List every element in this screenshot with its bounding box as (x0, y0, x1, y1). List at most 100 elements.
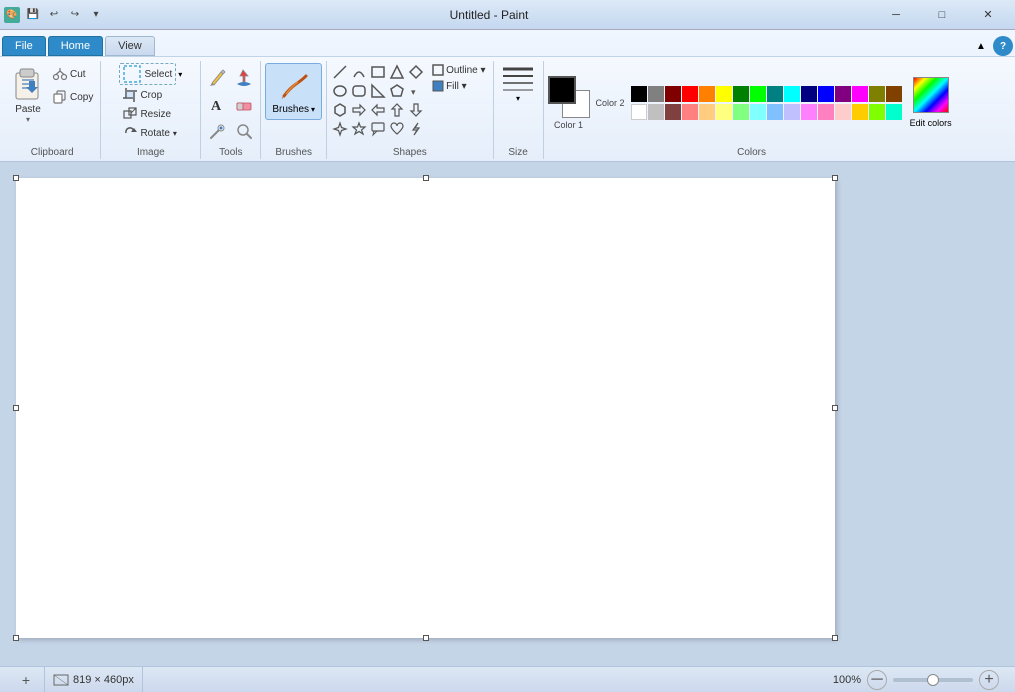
minimize-button[interactable]: ─ (873, 0, 919, 30)
fill-button[interactable] (232, 65, 256, 89)
color-darkred[interactable] (665, 86, 681, 102)
cut-button[interactable]: Cut (50, 63, 96, 85)
select-dropdown[interactable]: ▾ (178, 70, 182, 79)
paste-button[interactable]: Paste ▾ (8, 63, 48, 126)
rounded-rect-shape[interactable] (350, 82, 368, 100)
color-blue[interactable] (818, 86, 834, 102)
canvas-area[interactable] (0, 162, 1015, 666)
shapes-more-btn[interactable]: ▾ (407, 82, 425, 100)
right-triangle-shape[interactable] (369, 82, 387, 100)
color-dblue[interactable] (801, 86, 817, 102)
color-ltcyan[interactable] (750, 104, 766, 120)
color-ltblue[interactable] (767, 104, 783, 120)
tab-view[interactable]: View (105, 36, 155, 56)
color-lavender[interactable] (784, 104, 800, 120)
triangle-shape[interactable] (388, 63, 406, 81)
size-dropdown[interactable]: ▾ (516, 94, 520, 103)
arrow-left-shape[interactable] (369, 101, 387, 119)
tab-home[interactable]: Home (48, 36, 103, 56)
color-peach[interactable] (699, 104, 715, 120)
color-red[interactable] (682, 86, 698, 102)
callout-shape[interactable] (369, 120, 387, 138)
resize-handle-top-right[interactable] (832, 175, 838, 181)
color-ltyellow[interactable] (716, 104, 732, 120)
color1-swatch[interactable] (548, 76, 576, 104)
zoom-slider[interactable] (893, 678, 973, 682)
edit-colors-button[interactable]: Edit colors (906, 116, 956, 130)
fill-shape-button[interactable]: Fill ▾ (429, 79, 488, 93)
color-black[interactable] (631, 86, 647, 102)
color-teal-light[interactable] (886, 104, 902, 120)
outline-button[interactable]: Outline ▾ (429, 63, 488, 77)
zoom-thumb[interactable] (927, 674, 939, 686)
spectrum-swatch[interactable] (913, 77, 949, 113)
undo-quick-btn[interactable]: ↩ (45, 6, 63, 24)
zoom-out-button[interactable]: ─ (867, 670, 887, 690)
color-gold[interactable] (852, 104, 868, 120)
rotate-button[interactable]: Rotate ▾ (119, 124, 180, 142)
color-violet[interactable] (801, 104, 817, 120)
ribbon-collapse-button[interactable]: ▲ (971, 36, 991, 56)
color-yellow-green[interactable] (869, 104, 885, 120)
save-quick-btn[interactable]: 💾 (24, 6, 42, 24)
color-magenta[interactable] (852, 86, 868, 102)
rectangle-shape[interactable] (369, 63, 387, 81)
magnifier-button[interactable] (232, 119, 256, 143)
paint-canvas[interactable] (16, 178, 835, 638)
curve-shape[interactable] (350, 63, 368, 81)
color-dpurple[interactable] (835, 86, 851, 102)
resize-handle-top-center[interactable] (423, 175, 429, 181)
arrow-up-shape[interactable] (388, 101, 406, 119)
eraser-button[interactable] (232, 92, 256, 116)
color-lime[interactable] (750, 86, 766, 102)
color-dteal[interactable] (767, 86, 783, 102)
color-dgray[interactable] (648, 86, 664, 102)
resize-button[interactable]: Resize (119, 105, 175, 123)
color-cyan[interactable] (784, 86, 800, 102)
color-yellow[interactable] (716, 86, 732, 102)
color-white[interactable] (631, 104, 647, 120)
color-orange[interactable] (699, 86, 715, 102)
color-cream[interactable] (835, 104, 851, 120)
ellipse-shape[interactable] (331, 82, 349, 100)
color-olive[interactable] (869, 86, 885, 102)
color-ltgreen[interactable] (733, 104, 749, 120)
color-pink[interactable] (682, 104, 698, 120)
star4-shape[interactable] (331, 120, 349, 138)
close-button[interactable]: ✕ (965, 0, 1011, 30)
heart-shape[interactable] (388, 120, 406, 138)
resize-handle-bottom-center[interactable] (423, 635, 429, 641)
select-button[interactable]: Select (119, 63, 176, 85)
color-dusty-red[interactable] (665, 104, 681, 120)
diamond-shape[interactable] (407, 63, 425, 81)
paste-dropdown[interactable]: ▾ (26, 115, 30, 124)
add-button[interactable]: + (16, 670, 36, 690)
arrow-right-shape[interactable] (350, 101, 368, 119)
resize-handle-top-left[interactable] (13, 175, 19, 181)
resize-handle-middle-right[interactable] (832, 405, 838, 411)
color-picker-button[interactable] (206, 119, 230, 143)
size-button[interactable]: ▾ (498, 63, 538, 107)
dropdown-quick-btn[interactable]: ▾ (87, 6, 105, 24)
pencil-button[interactable] (206, 65, 230, 89)
color-rose[interactable] (818, 104, 834, 120)
crop-button[interactable]: Crop (119, 86, 166, 104)
line-shape[interactable] (331, 63, 349, 81)
color-lgray[interactable] (648, 104, 664, 120)
help-button[interactable]: ? (993, 36, 1013, 56)
color-brown[interactable] (886, 86, 902, 102)
resize-handle-middle-left[interactable] (13, 405, 19, 411)
brushes-button[interactable]: Brushes ▾ (265, 63, 322, 120)
lightning-shape[interactable] (407, 120, 425, 138)
star5-shape[interactable] (350, 120, 368, 138)
pentagon-shape[interactable] (388, 82, 406, 100)
text-button[interactable]: A (206, 92, 230, 116)
maximize-button[interactable]: □ (919, 0, 965, 30)
copy-button[interactable]: Copy (50, 86, 96, 108)
zoom-in-button[interactable]: + (979, 670, 999, 690)
hexagon-shape[interactable] (331, 101, 349, 119)
tab-file[interactable]: File (2, 36, 46, 56)
resize-handle-bottom-right[interactable] (832, 635, 838, 641)
arrow-down-shape[interactable] (407, 101, 425, 119)
resize-handle-bottom-left[interactable] (13, 635, 19, 641)
